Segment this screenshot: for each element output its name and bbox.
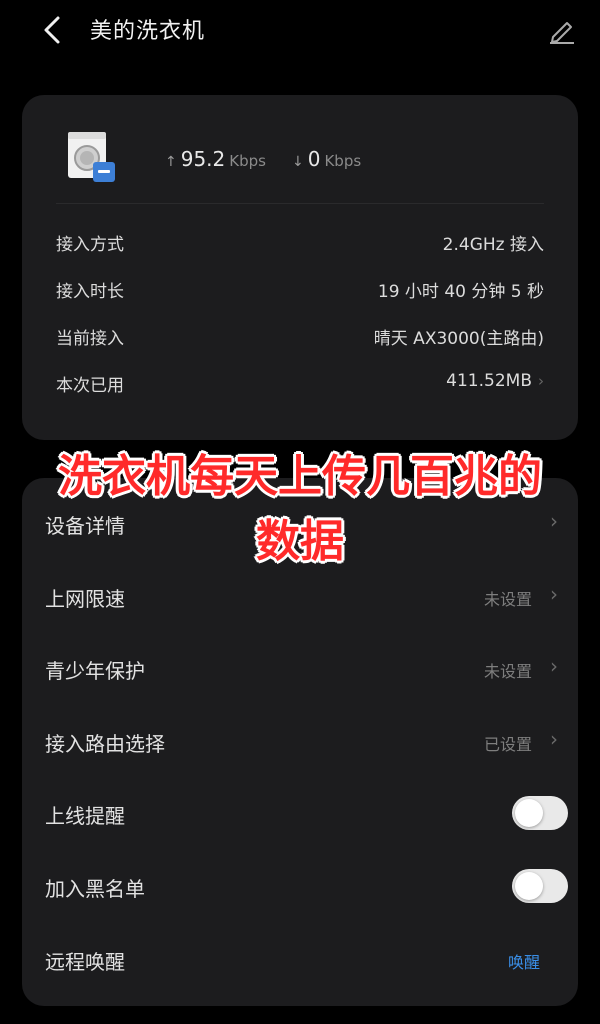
info-value: 411.52MB ›	[446, 371, 544, 391]
download-speed: ↓ 0 Kbps	[292, 147, 361, 171]
upload-unit: Kbps	[229, 152, 266, 170]
toggle-knob	[515, 799, 543, 827]
pencil-edit-icon	[550, 22, 574, 44]
toggle-knob	[515, 872, 543, 900]
settings-label: 青少年保护	[45, 659, 145, 683]
info-value: 2.4GHz 接入	[442, 235, 544, 255]
chevron-left-icon	[44, 16, 60, 44]
upload-value: 95.2	[180, 147, 226, 171]
settings-value: 已设置	[483, 735, 532, 754]
chevron-right-icon: ›	[550, 727, 558, 751]
upload-speed: ↑ 95.2 Kbps	[165, 147, 266, 171]
info-row-current-router: 当前接入 晴天 AX3000(主路由)	[56, 322, 544, 352]
chevron-right-icon: ›	[550, 582, 558, 606]
settings-label: 上网限速	[45, 587, 125, 611]
washing-machine-icon	[67, 130, 117, 186]
download-arrow-icon: ↓	[292, 154, 304, 170]
top-bar: 美的洗衣机	[0, 0, 600, 60]
chevron-right-icon: ›	[550, 654, 558, 678]
settings-row-speed-limit[interactable]: 上网限速 未设置 ›	[22, 561, 578, 633]
wake-button[interactable]: 唤醒	[508, 949, 540, 973]
connection-info-card: ↑ 95.2 Kbps ↓ 0 Kbps 接入方式 2.4GHz 接入 接入时长 19 …	[22, 95, 578, 440]
download-value: 0	[307, 147, 321, 171]
info-value: 晴天 AX3000(主路由)	[373, 329, 544, 349]
settings-row-online-reminder: 上线提醒	[22, 778, 578, 850]
page-title: 美的洗衣机	[90, 19, 206, 44]
settings-row-youth-protection[interactable]: 青少年保护 未设置 ›	[22, 633, 578, 705]
settings-label: 接入路由选择	[45, 732, 165, 756]
settings-label: 上线提醒	[45, 804, 125, 828]
settings-value: 未设置	[483, 590, 532, 609]
edit-button[interactable]	[544, 12, 580, 48]
info-label: 接入方式	[56, 235, 124, 255]
download-unit: Kbps	[324, 152, 362, 170]
settings-value: 未设置	[483, 662, 532, 681]
divider	[56, 203, 544, 204]
settings-label: 加入黑名单	[45, 877, 145, 901]
info-label: 当前接入	[56, 329, 124, 349]
online-reminder-toggle[interactable]	[512, 796, 568, 830]
settings-row-router-selection[interactable]: 接入路由选择 已设置 ›	[22, 706, 578, 778]
blacklist-toggle[interactable]	[512, 869, 568, 903]
back-button[interactable]	[36, 12, 72, 48]
info-row-duration: 接入时长 19 小时 40 分钟 5 秒	[56, 275, 544, 305]
overlay-caption-line2: 数据	[256, 516, 344, 567]
info-value: 19 小时 40 分钟 5 秒	[377, 282, 544, 302]
overlay-caption-line1: 洗衣机每天上传几百兆的	[58, 451, 542, 502]
info-row-data-used[interactable]: 本次已用 411.52MB ›	[56, 369, 544, 399]
info-label: 本次已用	[56, 376, 124, 396]
chevron-right-icon: ›	[538, 372, 544, 390]
settings-label: 远程唤醒	[45, 950, 125, 974]
info-row-access-method: 接入方式 2.4GHz 接入	[56, 228, 544, 258]
upload-arrow-icon: ↑	[165, 154, 177, 170]
info-label: 接入时长	[56, 282, 124, 302]
settings-row-blacklist: 加入黑名单	[22, 851, 578, 923]
settings-row-remote-wake: 远程唤醒 唤醒	[22, 924, 578, 996]
